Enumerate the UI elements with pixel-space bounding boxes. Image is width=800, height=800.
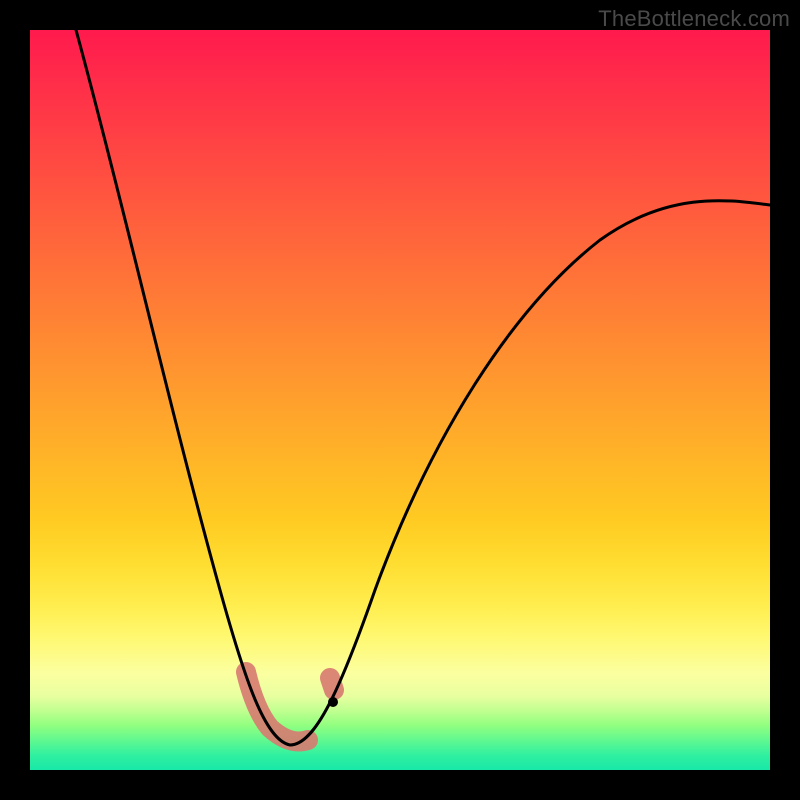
chart-container: TheBottleneck.com bbox=[0, 0, 800, 800]
bottleneck-curve bbox=[76, 30, 770, 745]
watermark-text: TheBottleneck.com bbox=[598, 6, 790, 32]
bottleneck-curve-svg bbox=[30, 30, 770, 770]
plot-area bbox=[30, 30, 770, 770]
